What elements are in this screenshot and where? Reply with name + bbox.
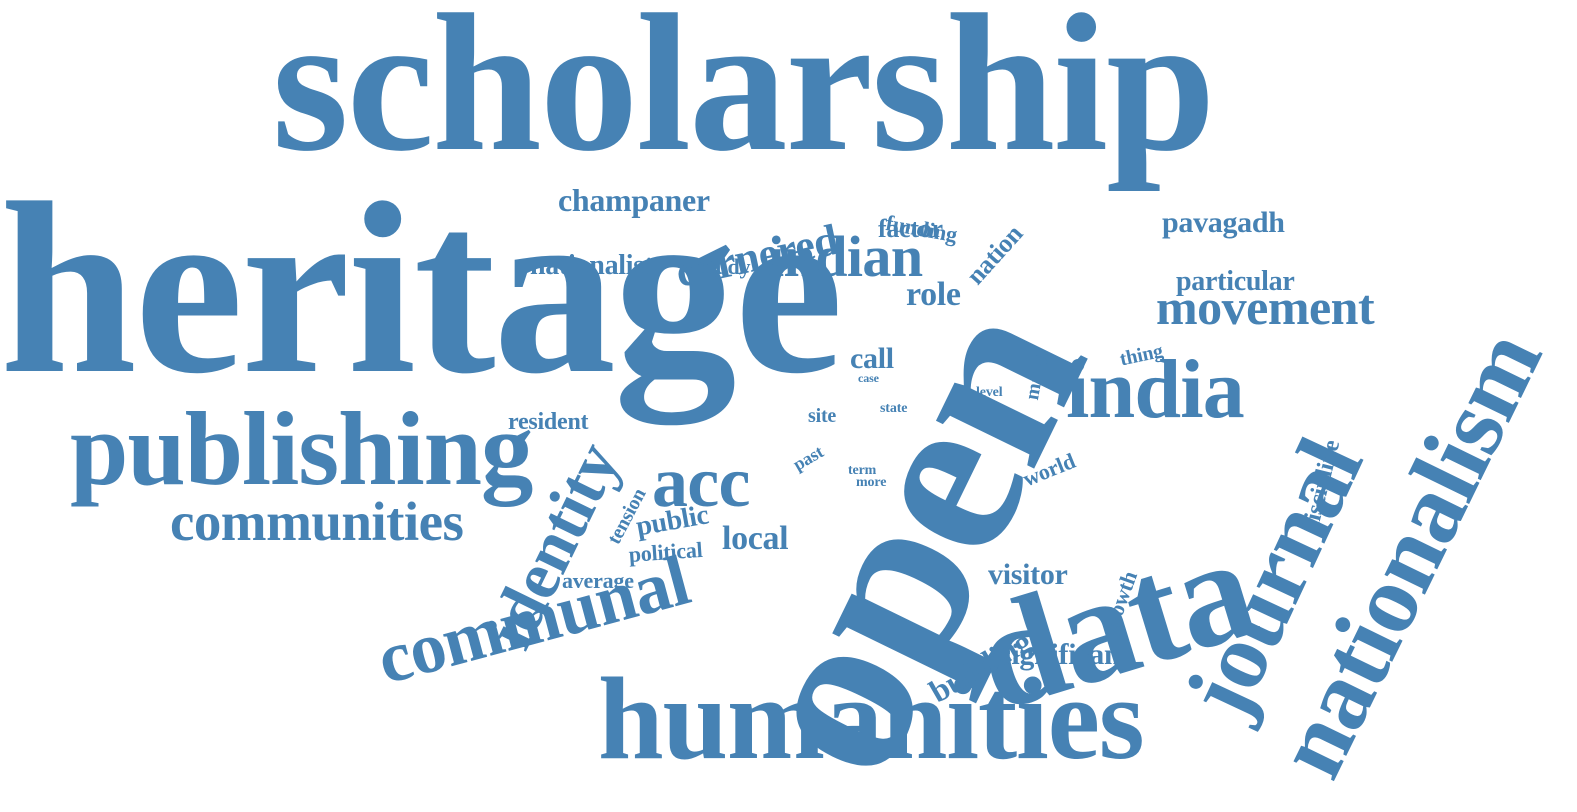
word-call: call: [850, 342, 894, 375]
word-more: more: [856, 475, 887, 490]
word-champaner: champaner: [558, 182, 710, 218]
word-resident: resident: [508, 409, 589, 435]
word-study: study: [700, 254, 751, 279]
word-state: state: [880, 401, 908, 416]
word-factor: factor: [878, 214, 943, 243]
word-publishing: publishing: [70, 390, 533, 507]
word-public: public: [633, 499, 711, 543]
word-role: role: [906, 276, 961, 313]
word-visitor: visitor: [988, 558, 1068, 591]
word-significant: significant: [1000, 638, 1131, 671]
word-nation: nation: [960, 219, 1029, 291]
word-pavagadh: pavagadh: [1162, 206, 1285, 239]
word-average: average: [562, 568, 634, 593]
word-case: case: [858, 371, 879, 385]
word-level: level: [976, 385, 1003, 400]
word-communities: communities: [170, 491, 464, 552]
word-cloud: scholarship heritage publishing communit…: [0, 0, 1577, 812]
word-nationalist: nationalist: [530, 250, 653, 281]
word-site: site: [808, 405, 837, 427]
word-particular: particular: [1176, 266, 1295, 297]
word-political: political: [627, 536, 704, 567]
word-local: local: [722, 520, 789, 557]
